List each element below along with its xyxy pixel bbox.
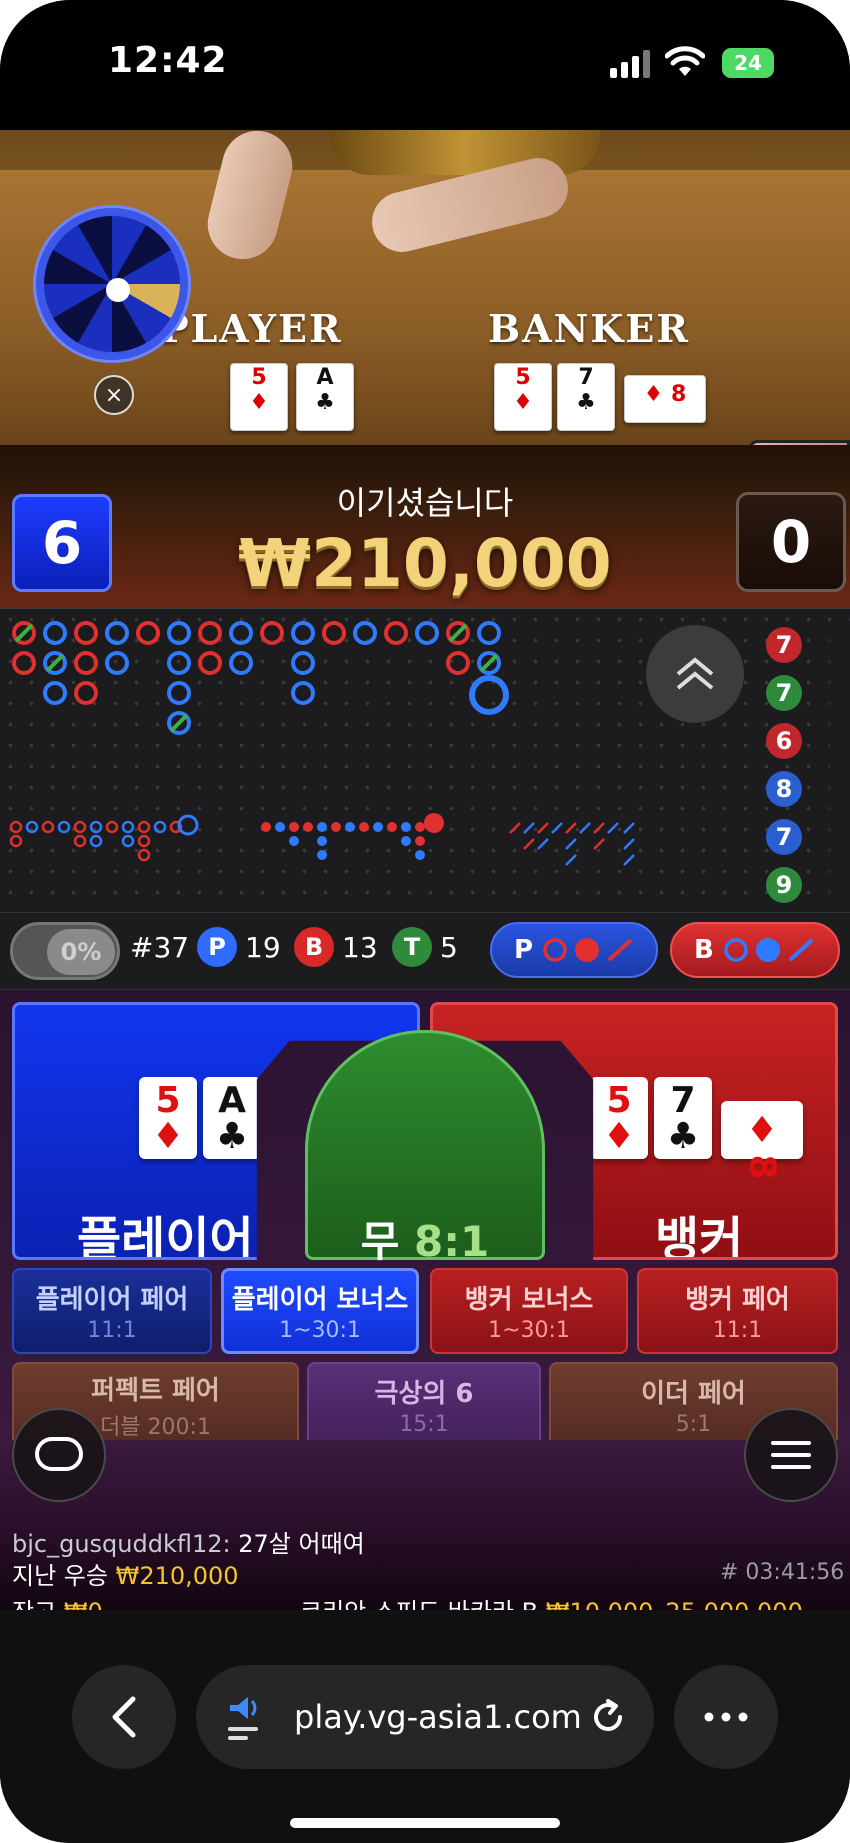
banker-count-badge: B [294, 927, 334, 967]
round-number: #37 [130, 931, 190, 964]
battery-level: 24 [734, 51, 762, 75]
chat-message: bjc_gusquddkfl12: 27살 어때여 [12, 1524, 365, 1559]
reload-icon[interactable] [588, 1697, 628, 1737]
tie-count: 5 [440, 931, 458, 964]
side-bet-name: 퍼펙트 페어 [91, 1375, 220, 1406]
chevron-up-icon [676, 657, 714, 690]
predict-road-icons [543, 938, 633, 962]
side-bet-odds: 11:1 [87, 1318, 137, 1343]
win-amount: ₩210,000 [238, 525, 612, 602]
win-message: 이기셨습니다 [336, 484, 514, 522]
chat-icon [35, 1437, 83, 1471]
tie-bet-spot[interactable]: 무 8:1 [305, 1030, 545, 1266]
side-bet-name: 극상의 6 [374, 1379, 474, 1409]
player-predict-label: P [514, 935, 534, 965]
status-time: 12:42 [108, 40, 228, 81]
side-bet-name: 뱅커 보너스 [464, 1285, 594, 1315]
player-pair-bet[interactable]: 플레이어 페어 11:1 [12, 1268, 212, 1354]
menu-button[interactable] [744, 1408, 838, 1502]
expand-roadmap-button[interactable] [646, 625, 744, 723]
roadmap-toggle[interactable]: 0% [10, 922, 120, 980]
banker-score: 0 [736, 492, 846, 592]
wheel-hub [106, 278, 130, 302]
banker-table-card-2: 7 ♣ [557, 363, 615, 431]
super-six-bet[interactable]: 극상의 6 15:1 [307, 1362, 541, 1448]
banker-card-1: 5 ♦ [590, 1077, 648, 1159]
player-bet-label: 플레이어 [77, 1212, 254, 1260]
big-road [9, 621, 635, 866]
chevron-left-icon [112, 1696, 136, 1738]
side-bet-odds: 11:1 [712, 1318, 763, 1343]
side-bet-odds: 1~30:1 [279, 1318, 361, 1343]
banker-table-label: BANKER [488, 306, 690, 351]
player-score: 6 [12, 494, 112, 592]
round-id-clock: # 03:41:56 [720, 1560, 845, 1585]
side-bet-odds: 1~30:1 [488, 1318, 570, 1343]
audio-reader-icon [226, 1691, 266, 1743]
last-win: 지난 우승 ₩210,000 [12, 1556, 239, 1591]
banker-pair-bet[interactable]: 뱅커 페어 11:1 [637, 1268, 838, 1354]
last-win-value: ₩210,000 [115, 1562, 239, 1590]
bead-road: 7 7 6 8 7 9 [762, 623, 850, 908]
status-bar: 12:42 24 [0, 0, 850, 130]
last-win-label: 지난 우승 [12, 1562, 108, 1590]
address-bar[interactable]: play.vg-asia1.com [196, 1665, 654, 1769]
more-dots-icon [704, 1712, 748, 1722]
side-bet-name: 플레이어 보너스 [231, 1285, 409, 1315]
side-bet-name: 이더 페어 [641, 1379, 746, 1409]
bead-road-item: 7 [766, 627, 802, 663]
player-table-card-1: 5 ♦ [230, 363, 288, 431]
player-count-badge: P [197, 927, 237, 967]
bead-road-item: 7 [766, 675, 802, 711]
bonus-wheel-icon[interactable] [36, 208, 188, 360]
home-indicator [290, 1818, 560, 1828]
side-bet-name: 플레이어 페어 [35, 1285, 189, 1315]
bead-road-overflow [812, 623, 850, 908]
close-icon: × [104, 382, 124, 408]
hamburger-icon [771, 1441, 811, 1469]
browser-more-button[interactable] [674, 1665, 778, 1769]
player-card-2: A ♣ [203, 1077, 261, 1159]
bead-road-item: 8 [766, 771, 802, 807]
banker-predict-button[interactable]: B [670, 922, 840, 978]
banker-bet-label: 뱅커 [655, 1212, 744, 1260]
tie-bet-label: 무 [360, 1217, 400, 1266]
predict-road-icons [724, 938, 814, 962]
battery-icon: 24 [722, 48, 774, 78]
wifi-icon [664, 46, 706, 78]
banker-card-2: 7 ♣ [654, 1077, 712, 1159]
banker-card-3: ♦ 8 [721, 1101, 803, 1180]
bead-road-item: 9 [766, 867, 802, 903]
chat-text: 27살 어때여 [238, 1530, 365, 1558]
side-bet-odds: 15:1 [399, 1412, 449, 1437]
toggle-knob: 0% [47, 929, 115, 975]
tie-bet-text: 무 8:1 [308, 1208, 542, 1269]
banker-bonus-bet[interactable]: 뱅커 보너스 1~30:1 [430, 1268, 628, 1354]
bead-road-item: 6 [766, 723, 802, 759]
player-bonus-bet[interactable]: 플레이어 보너스 1~30:1 [221, 1268, 419, 1354]
player-table-label: PLAYER [160, 306, 343, 351]
tie-bet-odds: 8:1 [414, 1217, 490, 1266]
url-text: play.vg-asia1.com [294, 1698, 582, 1736]
bead-road-item: 7 [766, 819, 802, 855]
banker-count: 13 [342, 931, 378, 964]
signal-icon [610, 50, 652, 78]
player-table-card-2: A ♣ [296, 363, 354, 431]
player-card-1: 5 ♦ [139, 1077, 197, 1159]
chat-button[interactable] [12, 1408, 106, 1502]
side-bet-name: 뱅커 페어 [685, 1285, 790, 1315]
player-count: 19 [245, 931, 281, 964]
tie-count-badge: T [392, 927, 432, 967]
banker-predict-label: B [694, 935, 714, 965]
banker-table-card-1: 5 ♦ [494, 363, 552, 431]
close-wheel-button[interactable]: × [94, 375, 134, 415]
chat-username: bjc_gusquddkfl12: [12, 1530, 231, 1558]
player-predict-button[interactable]: P [490, 922, 658, 978]
banker-table-card-3: ♦ 8 [624, 375, 706, 423]
browser-back-button[interactable] [72, 1665, 176, 1769]
